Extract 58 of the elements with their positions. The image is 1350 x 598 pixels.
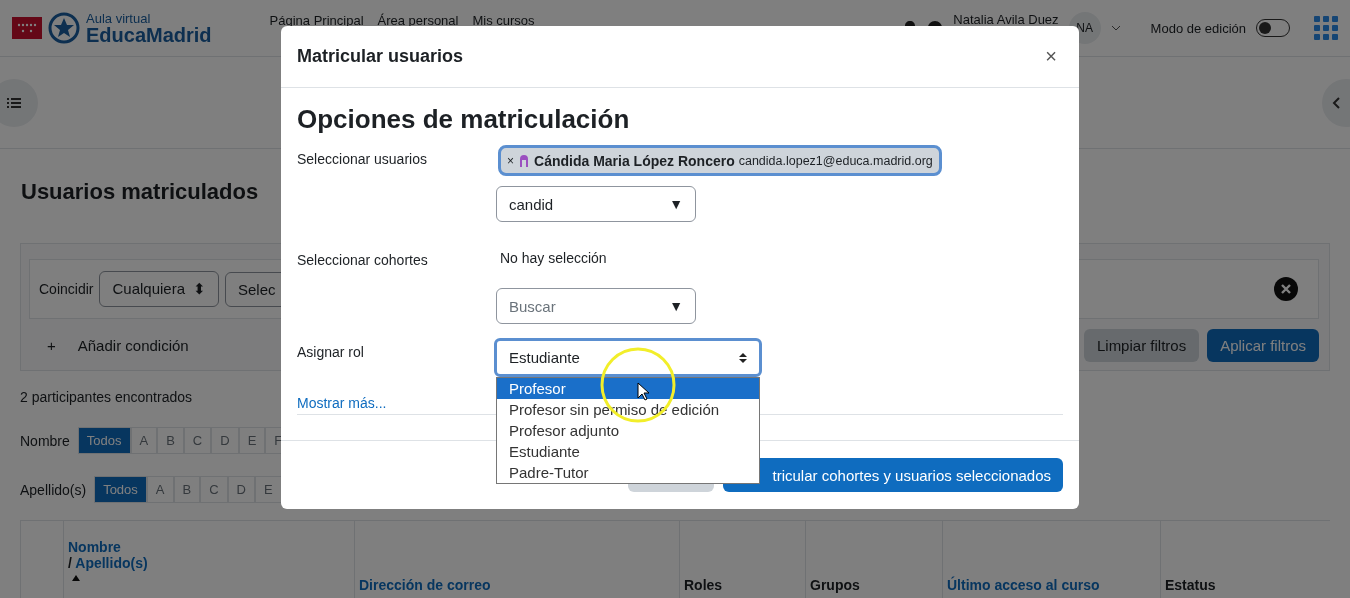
remove-condition-icon[interactable] [1274, 277, 1298, 301]
initials-label: Apellido(s) [20, 481, 87, 498]
add-condition-button[interactable]: + Añadir condición [29, 337, 189, 354]
chevron-left-icon [1332, 96, 1340, 109]
role-select[interactable]: Estudiante [494, 338, 762, 377]
initial-filter[interactable]: C [200, 476, 228, 503]
initial-filter[interactable]: Todos [94, 476, 147, 503]
column-header[interactable]: Grupos [805, 521, 942, 598]
selected-user-chip[interactable]: × Cándida Maria López Roncero candida.lopez1@educa.madrid.org [498, 145, 942, 176]
dialog-title: Matricular usuarios [297, 46, 464, 67]
logo-title: EducaMadrid [86, 24, 212, 45]
role-option[interactable]: Profesor [497, 378, 759, 399]
chevron-down-icon[interactable] [1110, 25, 1121, 31]
clear-filters-button[interactable]: Limpiar filtros [1083, 329, 1200, 362]
section-heading: Opciones de matriculación [297, 104, 631, 135]
edit-mode-toggle[interactable] [1256, 19, 1290, 37]
initial-filter[interactable]: B [157, 427, 184, 454]
field-label: Seleccionar cohortes [297, 251, 429, 270]
user-search-field[interactable]: candid ▼ [496, 186, 696, 222]
user-icon [518, 153, 530, 168]
column-header[interactable]: Nombre / Apellido(s) [63, 521, 354, 598]
field-label: Seleccionar usuarios [297, 150, 428, 169]
column-header[interactable]: Último acceso al curso [942, 521, 1160, 598]
initial-filter[interactable]: D [211, 427, 239, 454]
initial-filter[interactable]: B [173, 476, 201, 503]
initial-filter[interactable]: A [130, 427, 158, 454]
nav-link[interactable]: Área personal [377, 13, 459, 28]
apps-grid-icon[interactable] [1314, 16, 1338, 40]
match-select[interactable]: Cualquiera ⬍ [99, 271, 219, 307]
initial-filter[interactable]: C [183, 427, 212, 454]
list-icon [7, 96, 21, 109]
initials-label: Nombre [20, 432, 70, 449]
initial-filter[interactable]: D [227, 476, 255, 503]
sort-arrows-icon [739, 351, 747, 364]
column-header[interactable]: Roles [679, 521, 805, 598]
initial-filter[interactable]: E [254, 476, 282, 503]
mouse-pointer-icon [637, 382, 649, 401]
course-index-button[interactable] [0, 78, 38, 127]
user-name: Natalia Avila Duez [953, 12, 1059, 27]
enrol-button[interactable]: tricular cohortes y usuarios seleccionados [723, 458, 1063, 492]
page-title: Usuarios matriculados [21, 179, 259, 205]
field-label: Asignar rol [297, 343, 365, 362]
column-header[interactable]: Estatus [1160, 521, 1340, 598]
nav-link[interactable]: Mis cursos [472, 13, 535, 28]
logo-subtitle: Aula virtual [86, 11, 152, 25]
participants-count: 2 participantes encontrados [20, 389, 192, 405]
edit-mode-label: Modo de edición [1150, 20, 1246, 36]
initial-filter[interactable]: Todos [77, 427, 131, 454]
match-label: Coincidir [39, 281, 94, 297]
cohort-search-field[interactable]: Buscar ▼ [496, 288, 696, 324]
initial-filter[interactable]: E [238, 427, 266, 454]
initial-filter[interactable]: A [146, 476, 174, 503]
close-button[interactable]: × [1039, 44, 1063, 69]
flag-icon [12, 17, 42, 39]
no-selection-text: No hay selección [499, 249, 607, 266]
apply-filters-button[interactable]: Aplicar filtros [1207, 329, 1319, 362]
star-circle-icon [48, 12, 80, 44]
column-header[interactable]: Dirección de correo [354, 521, 679, 598]
